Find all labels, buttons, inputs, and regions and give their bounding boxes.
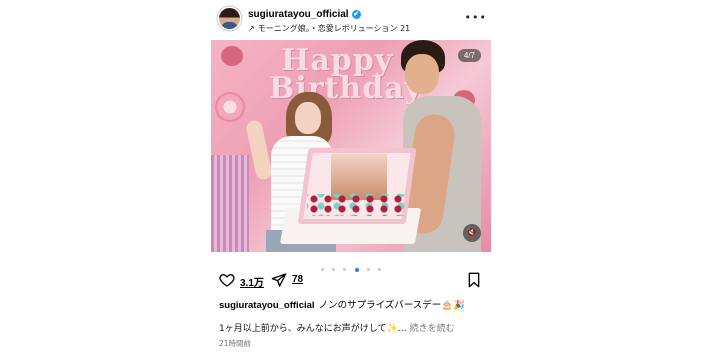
verified-badge-icon: ✔ [351,10,361,19]
more-options-icon[interactable]: ••• [465,11,487,24]
post-header-username[interactable]: sugiuratayou_official ✔ [248,9,361,20]
bookmark-icon[interactable] [467,272,481,288]
person-face [405,54,439,94]
rose-decoration [215,92,245,122]
likes-count[interactable]: 3.1万 [240,274,264,289]
caption-continued: 1ヶ月以上前から、みんなにお声がけして✨… 続きを読む [219,321,455,334]
read-more-link[interactable]: 続きを読む [410,324,455,334]
heart-icon[interactable] [219,272,235,288]
carousel-dot [321,268,325,271]
carousel-dot [377,268,381,271]
avatar[interactable] [219,8,240,29]
caption-line2: 1ヶ月以上前から、みんなにお声がけして✨… [219,324,407,334]
post-timestamp: 21時間前 [219,339,252,348]
audio-label[interactable]: モーニング娘。・恋愛レボリューション 21 [258,24,411,33]
person-arm [244,118,274,182]
username-label[interactable]: sugiuratayou_official [248,9,349,20]
balloon-decoration [221,46,243,66]
carousel-dot [332,268,336,271]
shares-count[interactable]: 78 [292,274,303,285]
carousel-dot [366,268,370,271]
carousel-dot-active [354,267,359,272]
audio-subline[interactable]: ↗ モーニング娘。・恋愛レボリューション 21 [248,23,410,34]
person-face [295,102,321,134]
carousel-dot [343,268,347,271]
caption: sugiuratayou_official ノンのサプライズバースデー🎂🎉 [219,297,465,311]
post-photo[interactable]: Happy Birthday 4/7 🔇 [211,40,491,252]
caption-username[interactable]: sugiuratayou_official [219,300,315,311]
curtain-decoration [211,155,249,252]
instagram-post: sugiuratayou_official ✔ ↗ モーニング娘。・恋愛レボリューシ… [211,0,491,352]
cake-berries [307,194,407,216]
caption-text: ノンのサプライズバースデー🎂🎉 [318,300,465,311]
carousel-counter: 4/7 [457,49,481,62]
share-icon[interactable] [271,272,287,288]
mute-icon[interactable]: 🔇 [463,224,481,242]
arrow-up-right-icon: ↗ [248,24,255,33]
